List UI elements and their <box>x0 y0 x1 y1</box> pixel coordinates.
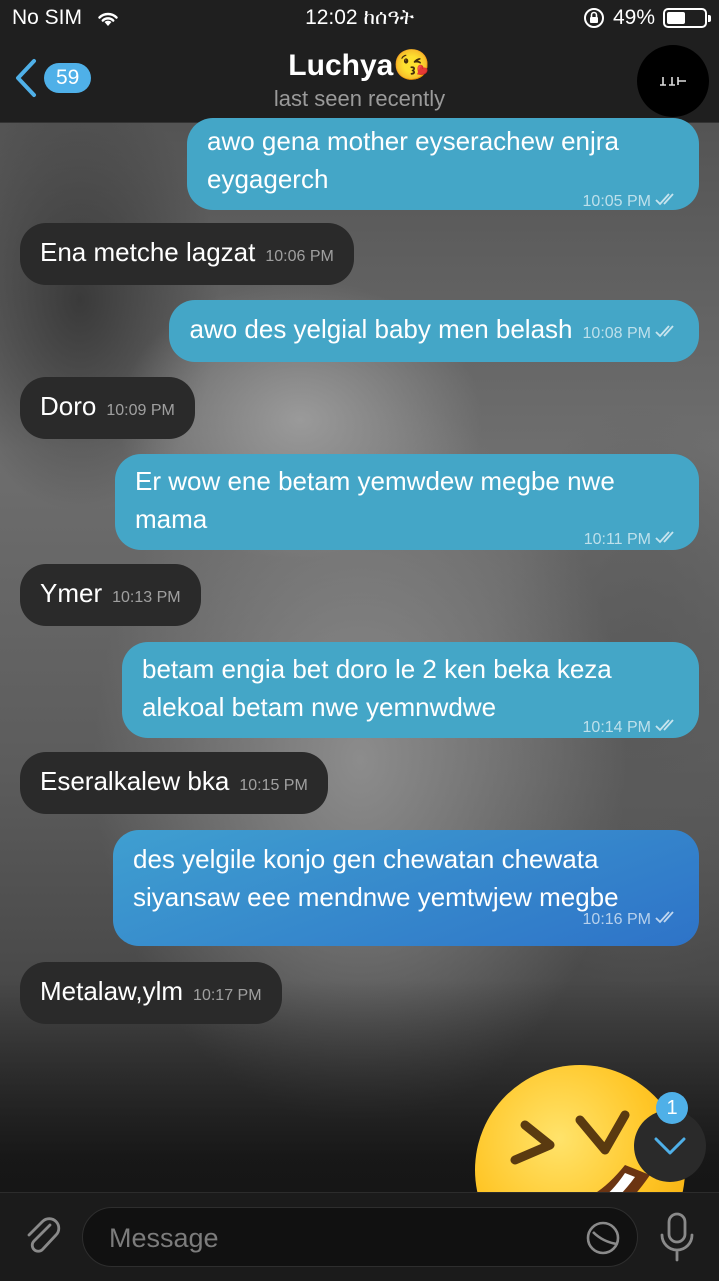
last-seen-status: last seen recently <box>273 86 446 111</box>
message-text: Eseralkalew bka <box>40 766 230 796</box>
message-bubble-outgoing[interactable]: des yelgile konjo gen chewatan chewata s… <box>113 830 699 946</box>
message-time: 10:15 PM <box>239 777 308 794</box>
battery-status: 49% <box>583 6 711 30</box>
message-bubble-incoming[interactable]: Eseralkalew bka 10:15 PM <box>20 752 328 814</box>
message-bubble-outgoing[interactable]: awo des yelgial baby men belash 10:08 PM <box>169 300 699 362</box>
message-bubble-incoming[interactable]: Ena metche lagzat 10:06 PM <box>20 223 354 285</box>
message-bubble-incoming[interactable]: Metalaw,ylm 10:17 PM <box>20 962 282 1024</box>
chevron-down-icon <box>654 1137 686 1155</box>
chat-title[interactable]: Luchya😘 <box>0 48 719 83</box>
message-time: 10:08 PM <box>582 325 651 342</box>
read-checks-icon <box>655 193 674 206</box>
orientation-lock-icon <box>583 8 604 28</box>
message-time: 10:05 PM <box>582 193 651 210</box>
message-time: 10:11 PM <box>583 531 651 548</box>
avatar-logo-icon <box>660 77 686 86</box>
battery-icon <box>663 8 711 28</box>
unread-count-badge: 1 <box>656 1092 688 1124</box>
message-time: 10:09 PM <box>106 402 175 419</box>
microphone-icon[interactable] <box>655 1211 699 1263</box>
message-bubble-outgoing[interactable]: betam engia bet doro le 2 ken beka keza … <box>122 642 699 738</box>
message-time: 10:17 PM <box>193 987 262 1004</box>
message-text: Ena metche lagzat <box>40 237 256 267</box>
message-time: 10:06 PM <box>265 248 334 265</box>
message-field[interactable] <box>82 1207 638 1268</box>
message-text: Metalaw,ylm <box>40 976 184 1006</box>
battery-percent: 49% <box>612 6 655 29</box>
paperclip-icon[interactable] <box>20 1213 64 1257</box>
read-checks-icon <box>655 911 674 924</box>
message-time: 10:13 PM <box>112 589 181 606</box>
message-text: Ymer <box>40 578 103 608</box>
message-bubble-outgoing[interactable]: Er wow ene betam yemwdew megbe nwe mama … <box>115 454 699 550</box>
message-input-bar <box>0 1192 719 1281</box>
read-checks-icon <box>655 531 674 544</box>
contact-avatar[interactable] <box>637 45 709 117</box>
message-text: Doro <box>40 391 97 421</box>
message-time: 10:14 PM <box>582 719 651 736</box>
message-text: awo des yelgial baby men belash <box>189 314 573 344</box>
message-time: 10:16 PM <box>582 911 651 928</box>
sticker-icon[interactable] <box>585 1220 621 1256</box>
message-bubble-outgoing[interactable]: awo gena mother eyserachew enjra eygager… <box>187 118 699 210</box>
chat-header: No SIM 12:02 ከሰዓት 49% 59 Luchya😘 last se… <box>0 0 719 123</box>
read-checks-icon <box>655 719 674 732</box>
message-bubble-incoming[interactable]: Doro 10:09 PM <box>20 377 195 439</box>
message-input[interactable] <box>107 1208 571 1268</box>
read-checks-icon <box>655 325 674 338</box>
message-bubble-incoming[interactable]: Ymer 10:13 PM <box>20 564 201 626</box>
